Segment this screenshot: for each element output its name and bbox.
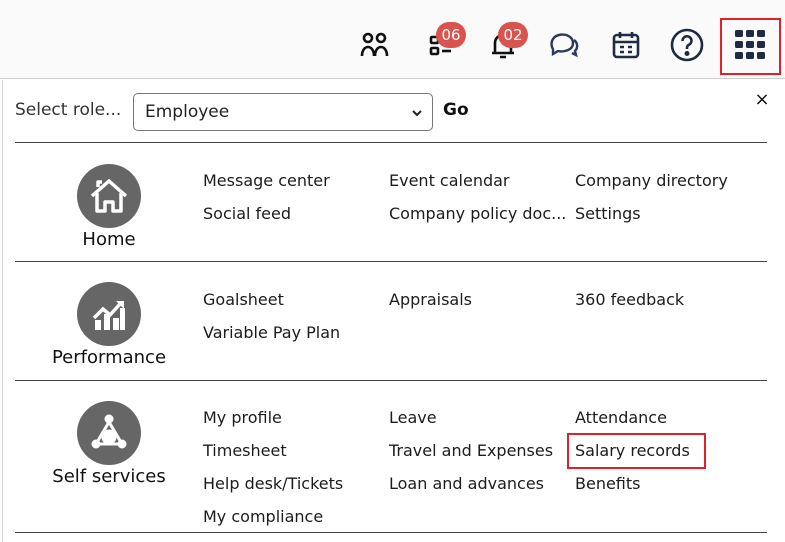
growth-chart-icon (92, 301, 125, 330)
link-360-feedback[interactable]: 360 feedback (575, 290, 684, 309)
divider (15, 142, 767, 143)
home-icon (90, 179, 128, 213)
chevron-down-icon (412, 110, 422, 117)
link-settings[interactable]: Settings (575, 204, 641, 223)
link-timesheet[interactable]: Timesheet (203, 441, 287, 460)
link-travel-expenses[interactable]: Travel and Expenses (389, 441, 553, 460)
role-select-value: Employee (145, 102, 230, 122)
close-icon: × (754, 89, 770, 110)
notifications-button[interactable]: 02 (486, 22, 528, 62)
link-my-compliance[interactable]: My compliance (203, 507, 323, 526)
people-button[interactable] (358, 28, 392, 62)
link-company-directory[interactable]: Company directory (575, 171, 728, 190)
calendar-icon (612, 32, 640, 59)
help-icon (670, 28, 704, 62)
top-bar: 06 02 (0, 0, 785, 79)
link-goalsheet[interactable]: Goalsheet (203, 290, 284, 309)
performance-category-icon[interactable] (77, 282, 141, 346)
link-social-feed[interactable]: Social feed (203, 204, 291, 223)
category-label-performance[interactable]: Performance (29, 347, 189, 368)
chat-icon (550, 33, 579, 58)
go-button[interactable]: Go (443, 100, 469, 120)
category-label-self-services[interactable]: Self services (29, 466, 189, 487)
tasks-badge: 06 (436, 22, 466, 48)
link-appraisals[interactable]: Appraisals (389, 290, 472, 309)
link-message-center[interactable]: Message center (203, 171, 330, 190)
divider (15, 380, 767, 381)
tasks-button[interactable]: 06 (424, 22, 466, 62)
divider (15, 261, 767, 262)
calendar-button[interactable] (609, 28, 643, 62)
divider (15, 532, 767, 533)
link-variable-pay-plan[interactable]: Variable Pay Plan (203, 323, 340, 342)
link-leave[interactable]: Leave (389, 408, 437, 427)
people-icon (360, 32, 389, 57)
link-loan-advances[interactable]: Loan and advances (389, 474, 544, 493)
link-my-profile[interactable]: My profile (203, 408, 282, 427)
help-button[interactable] (670, 28, 704, 62)
link-company-policy[interactable]: Company policy doc... (389, 204, 566, 223)
notifications-badge: 02 (498, 22, 528, 48)
link-attendance[interactable]: Attendance (575, 408, 667, 427)
self-services-category-icon[interactable] (77, 401, 141, 465)
category-label-home[interactable]: Home (29, 229, 189, 250)
home-category-icon[interactable] (77, 164, 141, 228)
role-label: Select role... (15, 100, 122, 120)
network-icon (91, 414, 127, 449)
apps-button-highlight (720, 18, 781, 75)
link-help-desk[interactable]: Help desk/Tickets (203, 474, 343, 493)
close-button[interactable]: × (752, 90, 772, 110)
salary-records-highlight (567, 433, 706, 469)
chat-button[interactable] (548, 28, 582, 62)
role-select[interactable]: Employee (133, 93, 433, 131)
link-benefits[interactable]: Benefits (575, 474, 641, 493)
link-event-calendar[interactable]: Event calendar (389, 171, 510, 190)
